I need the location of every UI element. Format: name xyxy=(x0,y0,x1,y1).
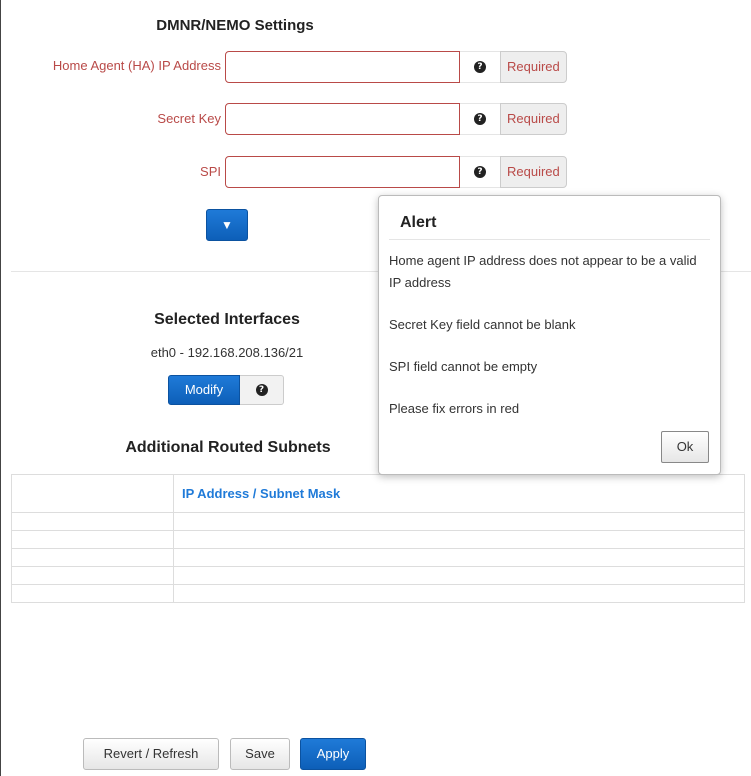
table-header-row: IP Address / Subnet Mask xyxy=(11,474,745,513)
secret-key-label: Secret Key xyxy=(157,111,221,126)
spi-required-badge: Required xyxy=(500,156,567,188)
subnets-title: Additional Routed Subnets xyxy=(125,439,331,456)
ha-ip-help-button[interactable]: ? xyxy=(460,51,500,83)
ha-ip-input[interactable] xyxy=(225,51,460,83)
alert-message: Please fix errors in red xyxy=(389,401,520,416)
ip-subnet-column-header: IP Address / Subnet Mask xyxy=(173,474,745,513)
spi-label: SPI xyxy=(200,164,221,179)
modify-button[interactable]: Modify xyxy=(168,375,240,405)
table-cell xyxy=(173,530,745,549)
table-cell xyxy=(11,566,174,585)
select-column-header xyxy=(11,474,174,513)
modify-help-button[interactable]: ? xyxy=(240,375,284,405)
secret-key-input[interactable] xyxy=(225,103,460,135)
question-circle-icon: ? xyxy=(255,384,268,396)
alert-message: Secret Key field cannot be blank xyxy=(389,317,576,332)
expand-advanced-button[interactable]: ▼ xyxy=(206,209,248,241)
interfaces-title: Selected Interfaces xyxy=(154,311,300,328)
table-cell xyxy=(173,566,745,585)
table-cell xyxy=(11,512,174,531)
table-row[interactable] xyxy=(11,584,745,603)
table-cell xyxy=(173,512,745,531)
question-circle-icon: ? xyxy=(474,113,486,125)
save-button[interactable]: Save xyxy=(230,738,290,770)
alert-message: SPI field cannot be empty xyxy=(389,359,538,374)
table-cell xyxy=(11,548,174,567)
question-circle-icon: ? xyxy=(474,61,486,73)
alert-ok-button[interactable]: Ok xyxy=(661,431,709,463)
table-row[interactable] xyxy=(11,566,745,585)
page-frame: DMNR/NEMO Settings Home Agent (HA) IP Ad… xyxy=(0,0,751,776)
question-circle-icon: ? xyxy=(474,166,486,178)
table-cell xyxy=(11,530,174,549)
table-cell xyxy=(173,548,745,567)
table-cell xyxy=(173,584,745,603)
table-row[interactable] xyxy=(11,512,745,531)
spi-help-button[interactable]: ? xyxy=(460,156,500,188)
table-row[interactable] xyxy=(11,548,745,567)
alert-divider xyxy=(389,239,710,240)
alert-dialog: Alert Home agent IP address does not app… xyxy=(378,195,721,475)
revert-refresh-button[interactable]: Revert / Refresh xyxy=(83,738,219,770)
apply-button[interactable]: Apply xyxy=(300,738,366,770)
ha-ip-required-badge: Required xyxy=(500,51,567,83)
alert-message: Home agent IP address does not appear to… xyxy=(389,253,697,290)
settings-title: DMNR/NEMO Settings xyxy=(156,17,314,34)
table-row[interactable] xyxy=(11,530,745,549)
caret-down-icon: ▼ xyxy=(221,218,233,232)
secret-key-help-button[interactable]: ? xyxy=(460,103,500,135)
spi-input[interactable] xyxy=(225,156,460,188)
interface-value: eth0 - 192.168.208.136/21 xyxy=(150,345,304,360)
table-cell xyxy=(11,584,174,603)
subnets-table: IP Address / Subnet Mask xyxy=(11,474,745,603)
secret-key-required-badge: Required xyxy=(500,103,567,135)
alert-title: Alert xyxy=(400,214,437,231)
ha-ip-label: Home Agent (HA) IP Address xyxy=(52,58,221,73)
